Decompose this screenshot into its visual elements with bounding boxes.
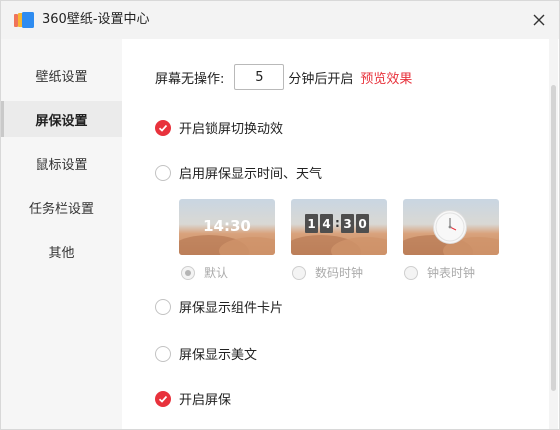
option-label: 开启屏保 [179, 393, 232, 408]
checkbox-checked-icon[interactable] [155, 390, 171, 407]
analog-clock-icon [433, 210, 467, 244]
sidebar-item-screensaver[interactable]: 屏保设置 [1, 101, 122, 137]
clock-style-analog-radio[interactable]: 钟表时钟 [404, 264, 475, 281]
option-label: 启用屏保显示时间、天气 [179, 167, 323, 182]
clock-style-digital-radio[interactable]: 数码时钟 [292, 264, 363, 281]
default-clock-preview-text: 14:30 [203, 217, 251, 235]
idle-suffix-label: 分钟后开启 [288, 71, 354, 87]
sidebar-item-wallpaper[interactable]: 壁纸设置 [1, 57, 122, 93]
radio-label: 数码时钟 [315, 266, 364, 280]
sidebar-item-taskbar[interactable]: 任务栏设置 [1, 189, 122, 225]
sidebar: 壁纸设置 屏保设置 鼠标设置 任务栏设置 其他 [1, 39, 122, 429]
close-button[interactable] [527, 9, 551, 31]
radio-label: 钟表时钟 [427, 266, 476, 280]
radio-selected-icon[interactable] [181, 265, 195, 280]
option-label: 屏保显示组件卡片 [179, 301, 284, 316]
option-label: 屏保显示美文 [179, 348, 258, 363]
clock-style-analog-thumb[interactable] [403, 199, 499, 255]
option-show-widget-cards[interactable]: 屏保显示组件卡片 [155, 297, 283, 316]
digital-clock-preview: 1 4 : 3 0 [305, 214, 369, 233]
sidebar-item-mouse[interactable]: 鼠标设置 [1, 145, 122, 181]
screensaver-settings-panel: 屏幕无操作: 5 分钟后开启 预览效果 开启锁屏切换动效 启用屏保显示时间、天气… [122, 39, 559, 429]
idle-time-row: 屏幕无操作: 5 分钟后开启 预览效果 [155, 64, 412, 90]
idle-minutes-input[interactable]: 5 [234, 64, 285, 90]
clock-style-default-radio[interactable]: 默认 [181, 264, 228, 281]
clock-style-default-thumb[interactable]: 14:30 [179, 199, 275, 255]
scrollbar-thumb[interactable] [551, 85, 556, 391]
radio-unselected-icon[interactable] [292, 265, 306, 280]
checkbox-unchecked-icon[interactable] [155, 164, 171, 181]
sidebar-item-other[interactable]: 其他 [1, 233, 122, 269]
option-lock-switch-anim[interactable]: 开启锁屏切换动效 [155, 118, 283, 137]
close-icon [533, 14, 545, 26]
option-enable-screensaver[interactable]: 开启屏保 [155, 389, 231, 408]
radio-label: 默认 [204, 266, 229, 280]
radio-unselected-icon[interactable] [404, 265, 418, 280]
digit: 4 [320, 214, 333, 233]
vertical-scrollbar[interactable] [549, 39, 558, 429]
checkbox-unchecked-icon[interactable] [155, 298, 171, 315]
digit-colon: : [335, 216, 340, 230]
digit: 0 [356, 214, 369, 233]
idle-prefix-label: 屏幕无操作: [155, 71, 225, 87]
option-label: 开启锁屏切换动效 [179, 122, 284, 137]
digit: 3 [341, 214, 354, 233]
checkbox-checked-icon[interactable] [155, 119, 171, 136]
checkbox-unchecked-icon[interactable] [155, 345, 171, 362]
option-show-prose[interactable]: 屏保显示美文 [155, 344, 257, 363]
settings-window: 360壁纸-设置中心 壁纸设置 屏保设置 鼠标设置 任务栏设置 其他 屏幕无操作… [0, 0, 560, 430]
option-show-time-weather[interactable]: 启用屏保显示时间、天气 [155, 163, 322, 182]
clock-style-digital-thumb[interactable]: 1 4 : 3 0 [291, 199, 387, 255]
digit: 1 [305, 214, 318, 233]
window-title: 360壁纸-设置中心 [42, 12, 150, 27]
title-bar: 360壁纸-设置中心 [1, 1, 559, 39]
app-logo-icon [14, 12, 34, 28]
preview-effect-link[interactable]: 预览效果 [360, 68, 412, 87]
